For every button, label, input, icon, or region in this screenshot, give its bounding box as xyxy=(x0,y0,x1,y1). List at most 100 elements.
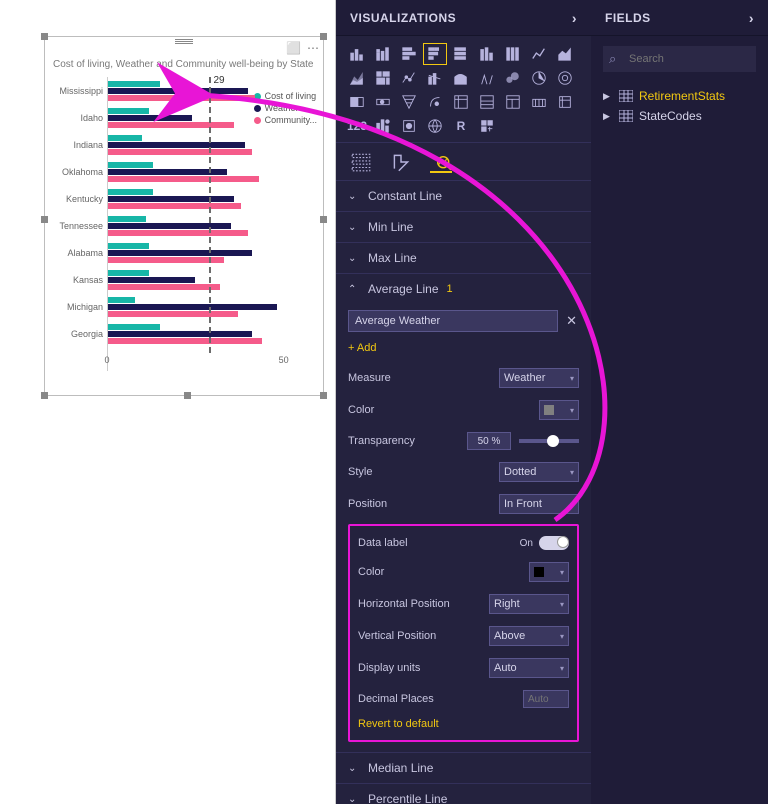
remove-line-button[interactable]: ✕ xyxy=(564,313,579,329)
viz-type-swatch[interactable] xyxy=(424,116,446,136)
add-line-link[interactable]: + Add xyxy=(348,342,376,354)
transparency-value[interactable]: 50 % xyxy=(467,432,511,450)
color-swatch xyxy=(534,567,544,577)
more-icon[interactable]: ⋯ xyxy=(307,41,319,55)
viz-type-swatch[interactable] xyxy=(476,44,498,64)
report-canvas[interactable]: ⬜ ⋯ Cost of living, Weather and Communit… xyxy=(0,0,336,804)
slider-thumb[interactable] xyxy=(547,435,559,447)
average-line-name-input[interactable] xyxy=(348,310,558,332)
chevron-right-icon[interactable]: › xyxy=(749,10,754,26)
expand-icon: ▶ xyxy=(603,91,613,102)
viz-type-swatch[interactable] xyxy=(372,68,394,88)
fields-search-input[interactable] xyxy=(603,46,756,72)
resize-handle[interactable] xyxy=(184,392,191,399)
viz-type-swatch[interactable] xyxy=(372,92,394,112)
section-label: Max Line xyxy=(368,251,417,265)
viz-type-swatch[interactable] xyxy=(398,92,420,112)
fields-pane-header[interactable]: FIELDS › xyxy=(591,0,768,36)
viz-type-swatch[interactable] xyxy=(554,92,576,112)
line-color-picker[interactable]: ▾ xyxy=(539,400,579,420)
viz-type-swatch[interactable] xyxy=(398,68,420,88)
viz-type-swatch[interactable] xyxy=(424,68,446,88)
field-table-row[interactable]: ▶ StateCodes xyxy=(603,106,756,126)
chevron-right-icon[interactable]: › xyxy=(572,10,577,26)
filter-icon[interactable]: ⬜ xyxy=(286,41,301,55)
viz-type-swatch[interactable] xyxy=(554,68,576,88)
dl-color-label: Color xyxy=(358,566,384,578)
viz-type-swatch[interactable] xyxy=(476,116,498,136)
viz-type-swatch[interactable] xyxy=(476,68,498,88)
viz-type-swatch[interactable] xyxy=(450,44,472,64)
table-name: RetirementStats xyxy=(639,89,725,103)
color-swatch xyxy=(544,405,554,415)
decimal-places-input[interactable] xyxy=(523,690,569,708)
section-min-line[interactable]: ⌄Min Line xyxy=(336,212,591,242)
display-units-dropdown[interactable]: Auto▾ xyxy=(489,658,569,678)
section-label: Percentile Line xyxy=(368,792,447,804)
viz-type-swatch[interactable] xyxy=(346,68,368,88)
viz-type-swatch[interactable]: 123 xyxy=(346,116,368,136)
viz-type-swatch[interactable] xyxy=(398,44,420,64)
resize-handle[interactable] xyxy=(41,216,48,223)
viz-type-swatch[interactable]: R xyxy=(450,116,472,136)
viz-type-swatch[interactable] xyxy=(424,44,446,64)
viz-type-swatch[interactable] xyxy=(372,44,394,64)
chart-visual-frame[interactable]: ⬜ ⋯ Cost of living, Weather and Communit… xyxy=(44,36,324,396)
color-label: Color xyxy=(348,404,374,416)
format-tab-icon[interactable] xyxy=(390,151,412,173)
category-label: Michigan xyxy=(49,302,107,312)
viz-type-swatch[interactable] xyxy=(398,116,420,136)
analytics-tab-icon[interactable] xyxy=(430,151,452,173)
expand-icon: ▶ xyxy=(603,111,613,122)
fields-tree: ▶ RetirementStats ▶ StateCodes xyxy=(591,82,768,130)
chevron-down-icon: ▾ xyxy=(570,468,574,477)
section-count: 1 xyxy=(447,283,453,295)
dropdown-value: Dotted xyxy=(504,466,536,478)
viz-type-swatch[interactable] xyxy=(528,44,550,64)
field-table-row[interactable]: ▶ RetirementStats xyxy=(603,86,756,106)
viz-type-swatch[interactable] xyxy=(346,92,368,112)
viz-type-swatch[interactable] xyxy=(528,92,550,112)
resize-handle[interactable] xyxy=(320,33,327,40)
viz-type-swatch[interactable] xyxy=(476,92,498,112)
viz-type-swatch[interactable] xyxy=(450,68,472,88)
revert-to-default-link[interactable]: Revert to default xyxy=(358,718,439,730)
resize-handle[interactable] xyxy=(41,392,48,399)
viz-type-swatch[interactable] xyxy=(346,44,368,64)
fields-tab-icon[interactable] xyxy=(350,151,372,173)
viz-type-swatch[interactable] xyxy=(528,68,550,88)
data-label-toggle[interactable] xyxy=(539,536,569,550)
viz-type-swatch[interactable] xyxy=(554,44,576,64)
section-constant-line[interactable]: ⌄Constant Line xyxy=(336,181,591,211)
position-dropdown[interactable]: In Front ▾ xyxy=(499,494,579,514)
style-dropdown[interactable]: Dotted ▾ xyxy=(499,462,579,482)
viz-type-swatch[interactable] xyxy=(424,92,446,112)
resize-handle[interactable] xyxy=(320,216,327,223)
viz-type-swatch[interactable] xyxy=(502,92,524,112)
chevron-down-icon: ▾ xyxy=(570,500,574,509)
viz-type-swatch[interactable] xyxy=(372,116,394,136)
dl-color-picker[interactable]: ▾ xyxy=(529,562,569,582)
drag-grip-icon[interactable] xyxy=(175,39,193,45)
viz-type-swatch[interactable] xyxy=(450,92,472,112)
format-tab-row xyxy=(336,143,591,181)
section-label: Median Line xyxy=(368,761,433,775)
resize-handle[interactable] xyxy=(41,33,48,40)
transparency-slider[interactable] xyxy=(519,439,579,443)
hpos-dropdown[interactable]: Right▾ xyxy=(489,594,569,614)
chevron-up-icon: ⌃ xyxy=(348,284,362,295)
measure-dropdown[interactable]: Weather▾ xyxy=(499,368,579,388)
vpos-dropdown[interactable]: Above▾ xyxy=(489,626,569,646)
section-max-line[interactable]: ⌄Max Line xyxy=(336,243,591,273)
resize-handle[interactable] xyxy=(320,392,327,399)
viz-type-swatch[interactable] xyxy=(502,68,524,88)
dropdown-value: In Front xyxy=(504,498,542,510)
section-median-line[interactable]: ⌄Median Line xyxy=(336,753,591,783)
category-label: Oklahoma xyxy=(49,167,107,177)
section-percentile-line[interactable]: ⌄Percentile Line xyxy=(336,784,591,804)
viz-type-swatch[interactable] xyxy=(502,44,524,64)
visualizations-pane-header[interactable]: VISUALIZATIONS › xyxy=(336,0,591,36)
table-name: StateCodes xyxy=(639,109,702,123)
chevron-down-icon: ▾ xyxy=(560,600,564,609)
section-average-line[interactable]: ⌃ Average Line 1 xyxy=(336,274,591,304)
